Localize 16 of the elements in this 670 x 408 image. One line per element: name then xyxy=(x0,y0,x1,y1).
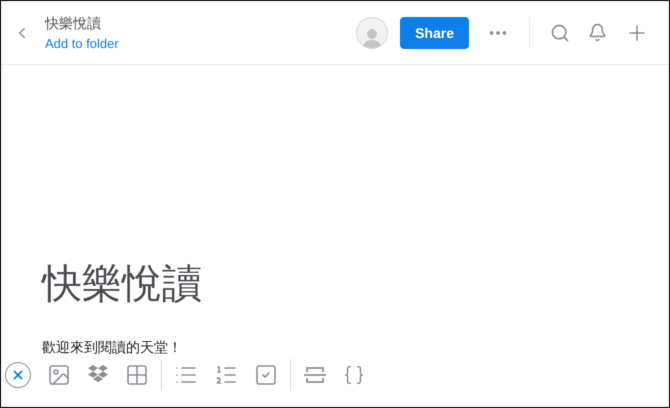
close-icon[interactable] xyxy=(5,362,31,388)
note-title: 快樂悅讀 xyxy=(45,14,102,32)
avatar[interactable] xyxy=(356,16,388,48)
bell-icon[interactable] xyxy=(588,23,607,42)
table-icon[interactable] xyxy=(125,363,149,387)
numbered-list-icon[interactable] xyxy=(214,363,238,387)
search-icon[interactable] xyxy=(550,22,570,42)
add-to-folder-link[interactable]: Add to folder xyxy=(45,36,346,50)
braces-icon[interactable] xyxy=(343,364,365,386)
document-text: 歡迎來到閱讀的天堂！ xyxy=(41,339,183,357)
checkbox-icon[interactable] xyxy=(254,363,278,387)
share-button[interactable]: Share xyxy=(400,16,469,48)
document-title: 快樂悅讀 xyxy=(40,260,203,309)
box-icon[interactable] xyxy=(87,365,109,385)
divider-icon[interactable] xyxy=(303,365,327,385)
image-icon[interactable] xyxy=(47,363,71,387)
